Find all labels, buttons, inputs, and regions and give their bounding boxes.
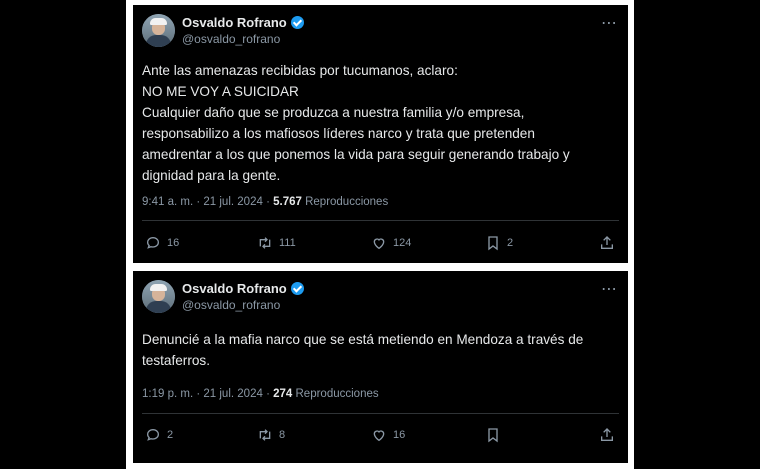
like-icon — [373, 238, 385, 250]
author-name[interactable]: Osvaldo Rofrano — [182, 15, 304, 30]
verified-badge-icon — [290, 282, 304, 295]
like-button[interactable]: 124 — [371, 235, 411, 251]
divider — [142, 220, 619, 221]
meta-separator: · — [266, 196, 270, 208]
retweet-icon — [259, 237, 271, 249]
retweet-count: 8 — [279, 429, 286, 441]
retweet-button[interactable]: 8 — [257, 427, 285, 443]
author-handle[interactable]: @osvaldo_rofrano — [182, 32, 280, 46]
avatar[interactable] — [142, 14, 175, 47]
verified-badge-icon — [290, 16, 304, 29]
tweet-meta: 1:19 p. m. · 21 jul. 2024 · 274 Reproduc… — [142, 388, 379, 400]
share-button[interactable] — [599, 235, 615, 251]
action-bar: 2 8 16 — [133, 427, 628, 451]
bookmark-icon — [488, 428, 498, 443]
avatar[interactable] — [142, 280, 175, 313]
reply-button[interactable]: 2 — [145, 427, 173, 443]
author-handle[interactable]: @osvaldo_rofrano — [182, 298, 280, 312]
tweet-text: Ante las amenazas recibidas por tucumano… — [142, 60, 622, 186]
share-icon — [601, 428, 613, 441]
reply-count: 16 — [167, 237, 180, 249]
view-count: 5.767 — [273, 196, 302, 208]
like-icon — [373, 430, 385, 442]
tweet-card[interactable]: Osvaldo Rofrano @osvaldo_rofrano ⋯ Denun… — [133, 271, 628, 463]
reply-icon — [146, 236, 160, 249]
tweet-meta: 9:41 a. m. · 21 jul. 2024 · 5.767 Reprod… — [142, 196, 388, 208]
tweet-card[interactable]: Osvaldo Rofrano @osvaldo_rofrano ⋯ Ante … — [133, 5, 628, 263]
tweet-text-line: Cualquier daño que se produzca a nuestra… — [142, 105, 525, 120]
retweet-count: 111 — [279, 237, 296, 249]
meta-separator: · — [266, 388, 270, 400]
like-button[interactable]: 16 — [371, 427, 405, 443]
reply-count: 2 — [167, 429, 174, 441]
meta-separator: · — [196, 196, 201, 208]
tweet-time[interactable]: 9:41 a. m. — [142, 196, 193, 208]
author-name[interactable]: Osvaldo Rofrano — [182, 281, 304, 296]
tweet-text-line: testaferros. — [142, 353, 210, 368]
tweet-text-line: amedrentar a los que ponemos la vida par… — [142, 147, 570, 162]
bookmark-icon — [488, 236, 498, 251]
view-count: 274 — [273, 388, 293, 400]
tweet-text-line: Denuncié a la mafia narco que se está me… — [142, 332, 584, 347]
tweet-date[interactable]: 21 jul. 2024 — [203, 388, 262, 400]
author-name-text[interactable]: Osvaldo Rofrano — [182, 15, 287, 30]
tweet-text-line: dignidad para la gente. — [142, 168, 281, 183]
reply-icon — [146, 428, 160, 441]
bookmark-button[interactable] — [485, 427, 507, 443]
tweet-date[interactable]: 21 jul. 2024 — [203, 196, 262, 208]
views-label: Reproducciones — [295, 388, 379, 400]
tweet-text-line: responsabilizo a los mafiosos líderes na… — [142, 126, 535, 141]
author-name-text[interactable]: Osvaldo Rofrano — [182, 281, 287, 296]
action-bar: 16 111 124 2 — [133, 235, 628, 259]
more-icon[interactable]: ⋯ — [601, 279, 617, 299]
tweet-text-line: Ante las amenazas recibidas por tucumano… — [142, 63, 458, 78]
views-label: Reproducciones — [305, 196, 389, 208]
share-icon — [601, 236, 613, 249]
like-count: 16 — [393, 429, 406, 441]
more-icon[interactable]: ⋯ — [601, 13, 617, 33]
bookmark-button[interactable]: 2 — [485, 235, 513, 251]
retweet-icon — [259, 429, 271, 441]
meta-separator: · — [196, 388, 201, 400]
divider — [142, 413, 619, 414]
retweet-button[interactable]: 111 — [257, 235, 296, 251]
reply-button[interactable]: 16 — [145, 235, 179, 251]
bookmark-count: 2 — [507, 237, 514, 249]
tweet-time[interactable]: 1:19 p. m. — [142, 388, 193, 400]
like-count: 124 — [393, 237, 412, 249]
tweet-text-line: NO ME VOY A SUICIDAR — [142, 84, 299, 99]
share-button[interactable] — [599, 427, 615, 443]
tweet-text: Denuncié a la mafia narco que se está me… — [142, 329, 622, 371]
